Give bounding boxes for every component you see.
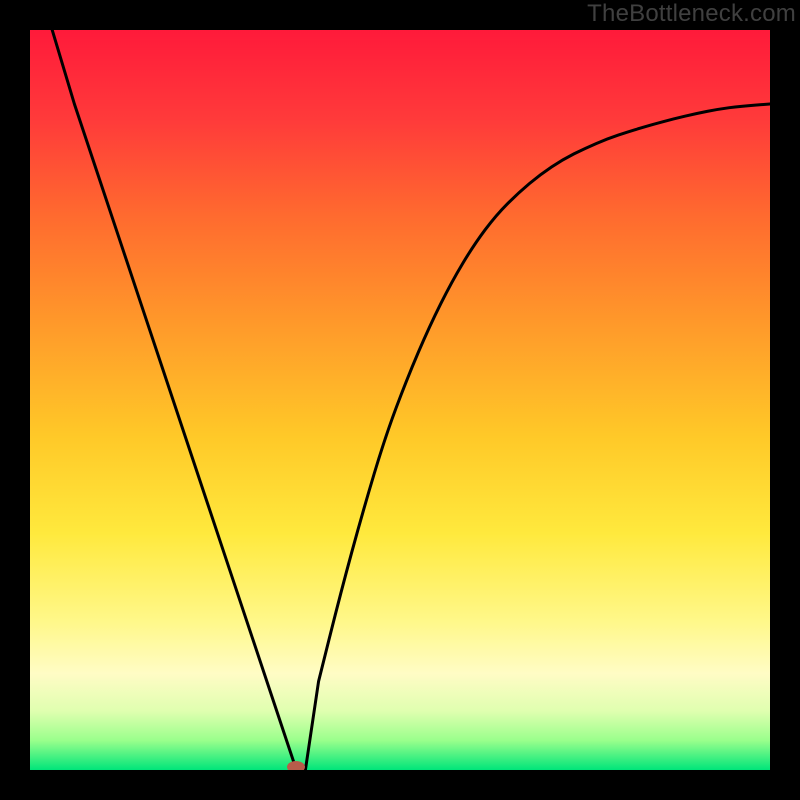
plot-area [30, 30, 770, 770]
curve-svg [30, 30, 770, 770]
watermark-text: TheBottleneck.com [587, 0, 796, 28]
min-marker-dot [287, 761, 305, 770]
bottleneck-curve [52, 30, 770, 770]
chart-frame: TheBottleneck.com [0, 0, 800, 800]
